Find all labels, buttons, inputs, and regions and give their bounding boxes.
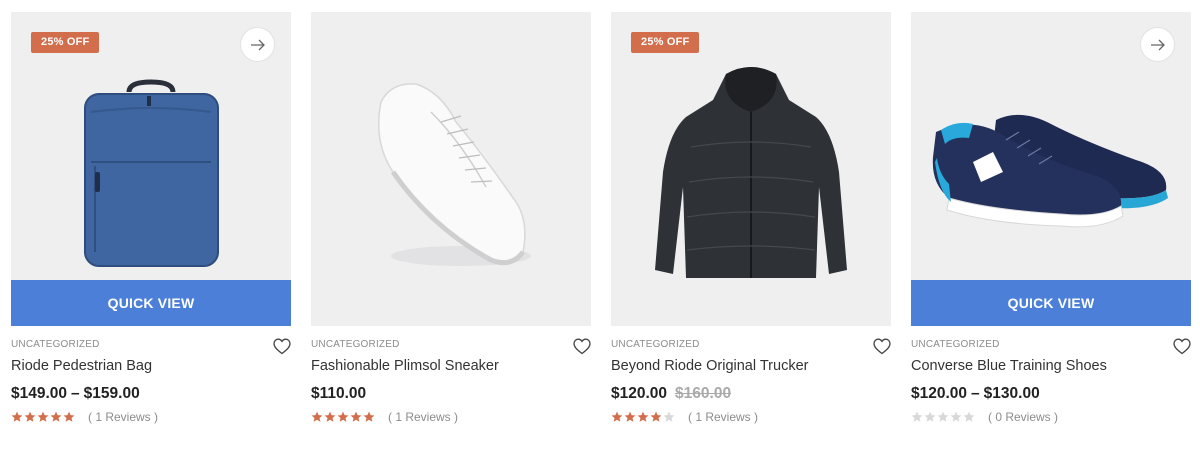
discount-badge: 25% OFF <box>31 32 100 53</box>
reviews-link[interactable]: ( 1 Reviews ) <box>688 410 758 424</box>
star-filled-icon <box>650 411 662 422</box>
product-media[interactable] <box>311 12 591 326</box>
star-filled-icon <box>11 411 23 422</box>
star-filled-icon <box>350 411 362 422</box>
product-media[interactable]: QUICK VIEW <box>911 12 1191 326</box>
price-low: $120.00 <box>911 385 968 402</box>
product-category[interactable]: UNCATEGORIZED <box>311 339 591 351</box>
arrow-right-icon <box>250 39 265 50</box>
star-rating <box>11 411 75 423</box>
product-rating: ( 1 Reviews ) <box>611 410 891 424</box>
price-separator: – <box>71 385 80 402</box>
star-empty-icon <box>950 411 962 422</box>
product-card[interactable]: 25% OFF QUICK VIEW UNCATEGORIZED Riode P… <box>11 12 291 432</box>
product-price: $149.00– $159.00 <box>11 384 291 404</box>
product-category[interactable]: UNCATEGORIZED <box>611 339 891 351</box>
star-filled-icon <box>324 411 336 422</box>
discount-badge: 25% OFF <box>631 32 700 53</box>
price-high: $159.00 <box>83 385 140 402</box>
product-card[interactable]: UNCATEGORIZED Fashionable Plimsol Sneake… <box>311 12 591 432</box>
reviews-link[interactable]: ( 1 Reviews ) <box>388 410 458 424</box>
wishlist-heart-icon[interactable] <box>273 338 291 355</box>
star-filled-icon <box>363 411 375 422</box>
star-filled-icon <box>63 411 75 422</box>
price-high: $130.00 <box>983 385 1040 402</box>
price-current: $120.00 <box>611 385 668 402</box>
star-empty-icon <box>924 411 936 422</box>
product-rating: ( 1 Reviews ) <box>11 410 291 424</box>
price-separator: – <box>971 385 980 402</box>
arrow-right-icon <box>1150 39 1165 50</box>
quick-view-button[interactable]: QUICK VIEW <box>11 280 291 326</box>
star-rating <box>611 411 675 423</box>
product-name[interactable]: Converse Blue Training Shoes <box>911 357 1191 375</box>
reviews-link[interactable]: ( 1 Reviews ) <box>88 410 158 424</box>
quick-view-button[interactable]: QUICK VIEW <box>911 280 1191 326</box>
product-grid: 25% OFF QUICK VIEW UNCATEGORIZED Riode P… <box>0 0 1200 452</box>
wishlist-heart-icon[interactable] <box>573 338 591 355</box>
product-info: UNCATEGORIZED Fashionable Plimsol Sneake… <box>311 326 591 424</box>
product-name[interactable]: Fashionable Plimsol Sneaker <box>311 357 591 375</box>
star-filled-icon <box>24 411 36 422</box>
sneaker-image <box>378 83 531 266</box>
product-name[interactable]: Beyond Riode Original Trucker <box>611 357 891 375</box>
compare-button[interactable] <box>240 27 275 62</box>
star-rating <box>311 411 375 423</box>
star-filled-icon <box>37 411 49 422</box>
price-old: $160.00 <box>675 385 732 402</box>
product-info: UNCATEGORIZED Converse Blue Training Sho… <box>911 326 1191 424</box>
product-info: UNCATEGORIZED Riode Pedestrian Bag $149.… <box>11 326 291 424</box>
product-card[interactable]: QUICK VIEW UNCATEGORIZED Converse Blue T… <box>911 12 1191 432</box>
product-name[interactable]: Riode Pedestrian Bag <box>11 357 291 375</box>
product-price: $110.00 <box>311 384 591 404</box>
star-filled-icon <box>311 411 323 422</box>
star-empty-icon <box>911 411 923 422</box>
star-rating <box>911 411 975 423</box>
wishlist-heart-icon[interactable] <box>873 338 891 355</box>
star-filled-icon <box>611 411 623 422</box>
product-rating: ( 1 Reviews ) <box>311 410 591 424</box>
star-empty-icon <box>937 411 949 422</box>
reviews-link[interactable]: ( 0 Reviews ) <box>988 410 1058 424</box>
product-media[interactable]: 25% OFF QUICK VIEW <box>11 12 291 326</box>
wishlist-heart-icon[interactable] <box>1173 338 1191 355</box>
product-rating: ( 0 Reviews ) <box>911 410 1191 424</box>
product-category[interactable]: UNCATEGORIZED <box>911 339 1191 351</box>
price-current: $110.00 <box>311 385 367 402</box>
star-empty-icon <box>663 411 675 422</box>
product-category[interactable]: UNCATEGORIZED <box>11 339 291 351</box>
product-price: $120.00– $130.00 <box>911 384 1191 404</box>
star-filled-icon <box>637 411 649 422</box>
product-card[interactable]: 25% OFF UNCATEGORIZED Beyond Riode Origi… <box>611 12 891 432</box>
star-filled-icon <box>624 411 636 422</box>
product-info: UNCATEGORIZED Beyond Riode Original Truc… <box>611 326 891 424</box>
star-filled-icon <box>337 411 349 422</box>
star-empty-icon <box>963 411 975 422</box>
star-filled-icon <box>50 411 62 422</box>
jacket-image <box>655 67 847 278</box>
compare-button[interactable] <box>1140 27 1175 62</box>
product-media[interactable]: 25% OFF <box>611 12 891 326</box>
price-low: $149.00 <box>11 385 68 402</box>
product-price: $120.00 $160.00 <box>611 384 891 404</box>
